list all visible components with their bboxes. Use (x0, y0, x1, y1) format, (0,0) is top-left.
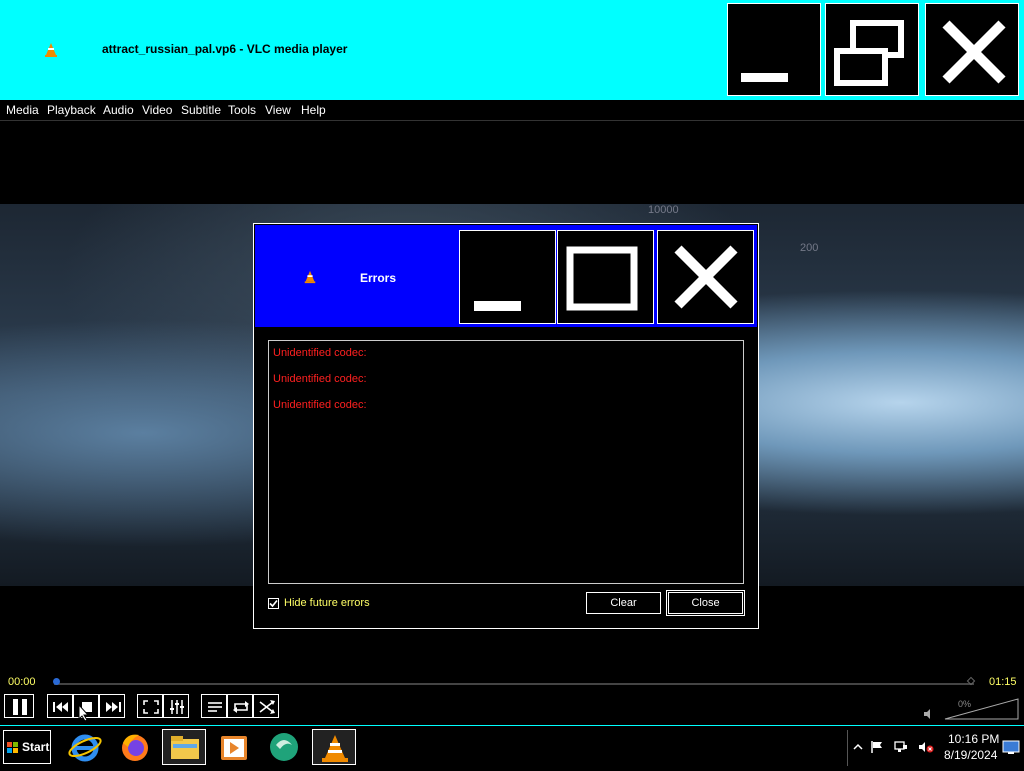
seek-bar[interactable] (54, 683, 974, 685)
pause-button[interactable] (4, 694, 34, 718)
fullscreen-button[interactable] (137, 694, 163, 718)
elapsed-time: 00:00 (8, 676, 36, 688)
flag-icon[interactable] (870, 740, 884, 754)
restore-button[interactable] (825, 3, 919, 96)
video-dial-text: 200 (800, 242, 819, 254)
menu-tools[interactable]: Tools (228, 103, 256, 117)
vlc-cone-icon (322, 735, 348, 762)
menu-video[interactable]: Video (142, 103, 172, 117)
extended-settings-button[interactable] (163, 694, 189, 718)
start-button[interactable]: Start (3, 730, 51, 764)
fullscreen-icon (143, 700, 159, 714)
close-button[interactable]: Close (666, 590, 745, 616)
menu-bar: Media Playback Audio Video Subtitle Tool… (0, 100, 1024, 121)
error-message: Unidentified codec: (273, 373, 367, 385)
loop-icon (233, 701, 249, 713)
taskbar-file-explorer[interactable] (162, 729, 206, 765)
clock-date[interactable]: 8/19/2024 (944, 748, 997, 762)
taskbar-vlc[interactable] (312, 729, 356, 765)
vlc-cone-icon (304, 270, 316, 284)
dialog-title-bar[interactable]: Errors (255, 225, 757, 327)
close-icon (674, 245, 738, 309)
speaker-icon[interactable] (922, 708, 934, 720)
chevron-up-icon[interactable] (853, 742, 863, 752)
hide-future-errors-checkbox[interactable] (268, 598, 279, 609)
shuffle-icon (259, 700, 275, 714)
errors-dialog: Errors Unidentified codec: Unidentified … (253, 223, 759, 629)
taskbar: Start 10:16 PM 8/19/2024 (0, 725, 1024, 769)
dialog-title: Errors (360, 271, 397, 285)
clock-time[interactable]: 10:16 PM (948, 732, 999, 746)
seek-handle[interactable] (53, 678, 60, 685)
volume-muted-icon[interactable] (918, 740, 934, 754)
chat-app-icon (270, 733, 298, 761)
playlist-button[interactable] (201, 694, 227, 718)
menu-subtitle[interactable]: Subtitle (181, 103, 221, 117)
taskbar-internet-explorer[interactable] (63, 729, 107, 765)
checkmark-icon (269, 599, 278, 608)
pause-icon (13, 699, 27, 715)
vlc-cone-icon (45, 43, 57, 57)
network-icon[interactable] (894, 740, 908, 754)
close-window-button[interactable] (925, 3, 1019, 96)
system-tray: 10:16 PM 8/19/2024 (847, 730, 1024, 766)
maximize-icon (566, 246, 638, 311)
show-desktop-icon[interactable] (1002, 738, 1020, 756)
error-log[interactable]: Unidentified codec: Unidentified codec: … (268, 340, 744, 584)
menu-view[interactable]: View (265, 103, 291, 117)
next-button[interactable] (99, 694, 125, 718)
loop-button[interactable] (227, 694, 253, 718)
title-bar[interactable]: attract_russian_pal.vp6 - VLC media play… (0, 0, 1024, 100)
taskbar-firefox[interactable] (113, 729, 157, 765)
dialog-close-button[interactable] (657, 230, 754, 324)
video-overlay-text: 10000 (648, 204, 679, 216)
window-title: attract_russian_pal.vp6 - VLC media play… (102, 42, 348, 56)
volume-slider[interactable] (944, 698, 1019, 720)
menu-playback[interactable]: Playback (47, 103, 96, 117)
minimize-icon (741, 73, 788, 82)
previous-icon (53, 702, 68, 712)
media-player-icon (221, 736, 247, 760)
file-explorer-icon (171, 736, 199, 759)
playlist-icon (208, 702, 222, 712)
error-message: Unidentified codec: (273, 399, 367, 411)
taskbar-chat-app[interactable] (262, 729, 306, 765)
previous-button[interactable] (47, 694, 73, 718)
equalizer-icon (170, 700, 184, 714)
menu-help[interactable]: Help (301, 103, 326, 117)
minimize-icon (474, 301, 521, 311)
windows-logo-icon (7, 742, 18, 753)
dialog-maximize-button[interactable] (557, 230, 654, 324)
minimize-button[interactable] (727, 3, 821, 96)
taskbar-media-player[interactable] (212, 729, 256, 765)
menu-media[interactable]: Media (6, 103, 39, 117)
internet-explorer-icon (68, 734, 102, 762)
start-label: Start (22, 740, 50, 754)
close-icon (942, 20, 1006, 84)
dialog-minimize-button[interactable] (459, 230, 556, 324)
total-time: 01:15 (989, 676, 1017, 688)
next-icon (106, 702, 121, 712)
restore-icon (834, 20, 904, 86)
menu-audio[interactable]: Audio (103, 103, 134, 117)
mouse-cursor-icon (78, 704, 90, 722)
hide-future-errors-label[interactable]: Hide future errors (284, 597, 370, 609)
firefox-icon (122, 734, 148, 761)
clear-button[interactable]: Clear (586, 592, 661, 614)
shuffle-button[interactable] (253, 694, 279, 718)
error-message: Unidentified codec: (273, 347, 367, 359)
